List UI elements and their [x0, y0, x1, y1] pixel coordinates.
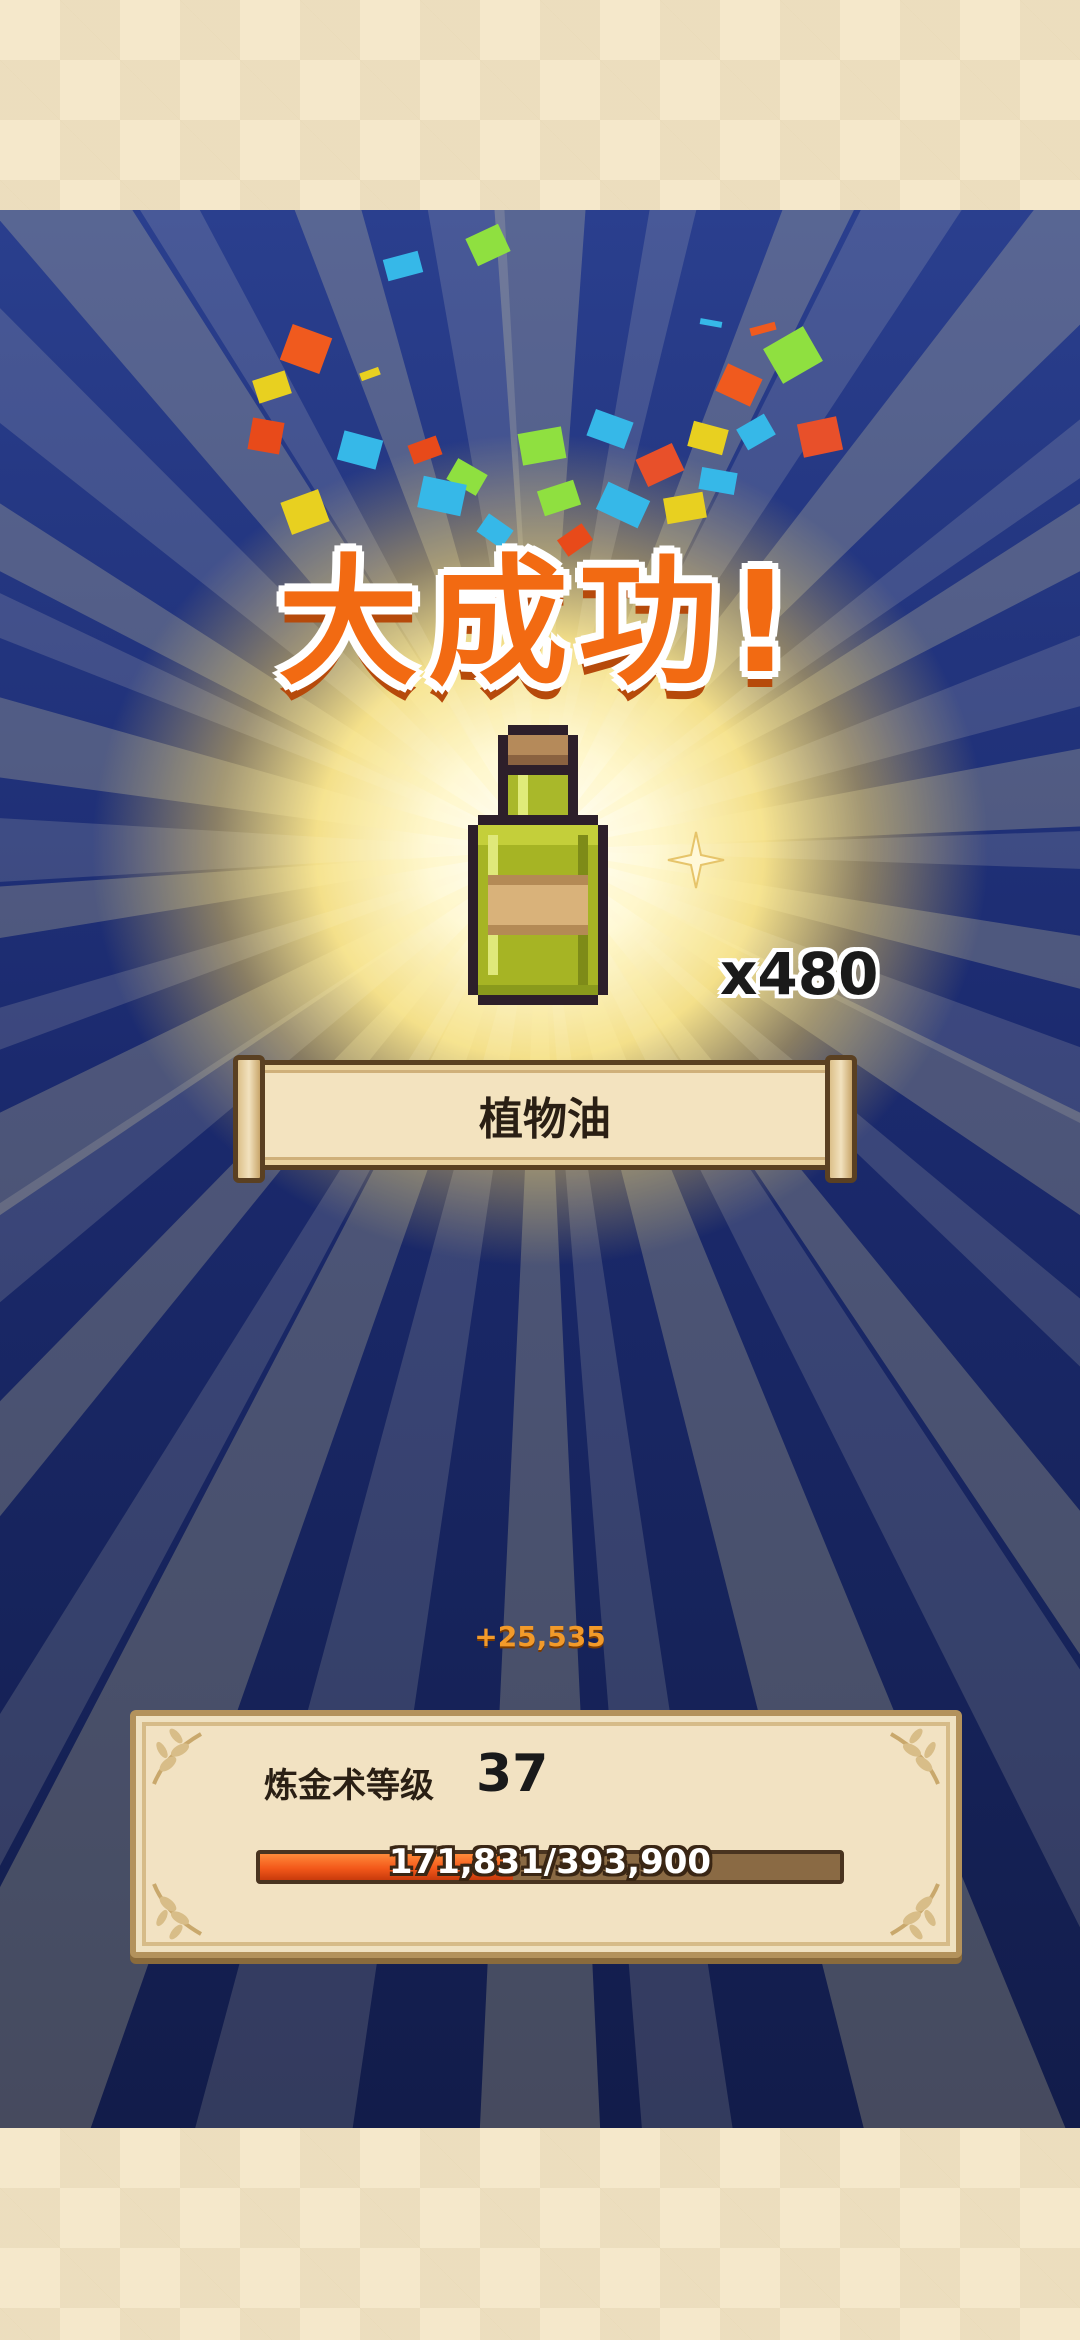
scroll-end-right [825, 1055, 857, 1183]
item-name: 植物油 [479, 1094, 611, 1145]
laurel-corner-icon [152, 1883, 202, 1940]
xp-progress-text: 171,831/393,900 [388, 1842, 712, 1882]
xp-gain-label: +25,535 [474, 1620, 606, 1653]
bottom-pattern-band [0, 2128, 1080, 2340]
top-pattern-band [0, 0, 1080, 210]
laurel-corner-icon [890, 1883, 940, 1940]
skill-level-panel: 炼金术等级 37 171,831/393,900 [130, 1710, 962, 1958]
sparkle-icon [667, 831, 725, 889]
olive-oil-bottle-icon [468, 725, 608, 1005]
great-success-title: 大成功! [278, 542, 802, 705]
skill-level-label: 炼金术等级 [264, 1766, 434, 1806]
item-quantity: x480 [720, 940, 879, 1008]
scroll-end-left [233, 1055, 265, 1183]
laurel-corner-icon [152, 1728, 202, 1785]
result-stage[interactable]: 大成功! x480 植物油 +25,535 炼金术等级 37 171,831/3… [0, 210, 1080, 2128]
laurel-corner-icon [890, 1728, 940, 1785]
item-name-banner: 植物油 [233, 1055, 857, 1183]
skill-level-value: 37 [476, 1744, 549, 1804]
confetti-pieces [247, 223, 844, 557]
